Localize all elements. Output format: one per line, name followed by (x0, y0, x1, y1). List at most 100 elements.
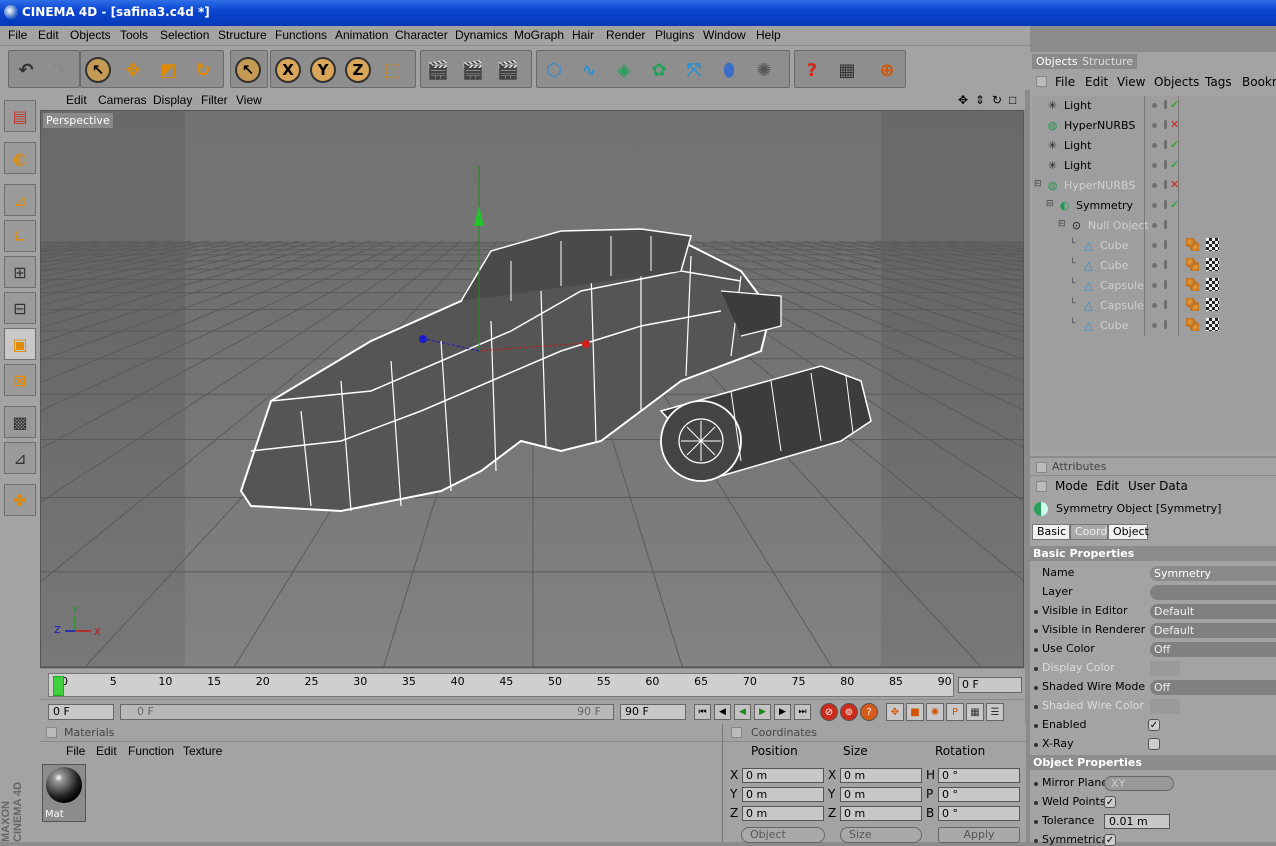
tab-structure[interactable]: Structure (1078, 54, 1138, 69)
render-visibility-icon[interactable] (1164, 140, 1167, 149)
animation-dot-icon[interactable] (1034, 705, 1038, 709)
animation-dot-icon[interactable] (1034, 629, 1038, 633)
obj-menu-view[interactable]: View (1117, 75, 1145, 89)
attr-menu-edit[interactable]: Edit (1096, 479, 1119, 493)
object-name[interactable]: Light (1064, 139, 1091, 152)
coordinate-system-icon[interactable]: ⬚ (379, 56, 407, 84)
render-visibility-icon[interactable] (1164, 320, 1167, 329)
help-icon[interactable]: ? (798, 56, 826, 84)
texture-axis-icon[interactable]: ⊿ (4, 442, 36, 474)
object-name[interactable]: HyperNURBS (1064, 119, 1135, 132)
rotation-p-field[interactable]: 0 ° (938, 787, 1020, 802)
menu-window[interactable]: Window (703, 28, 746, 42)
render-visibility-icon[interactable] (1164, 100, 1167, 109)
visibility-dot-icon[interactable] (1152, 243, 1157, 248)
material-swatch[interactable]: Mat (42, 764, 86, 822)
attribute-value[interactable] (1150, 585, 1276, 600)
menu-functions[interactable]: Functions (275, 28, 327, 42)
visibility-dot-icon[interactable] (1152, 143, 1157, 148)
visibility-dot-icon[interactable] (1152, 223, 1157, 228)
attribute-checkbox[interactable]: ✓ (1104, 796, 1116, 808)
position-z-field[interactable]: 0 m (742, 806, 824, 821)
viewport-menu-filter[interactable]: Filter (201, 93, 228, 107)
animation-dot-icon[interactable] (1034, 820, 1038, 824)
play-backwards-icon[interactable]: ◀ (734, 704, 751, 720)
render-visibility-icon[interactable] (1164, 120, 1167, 129)
tab-objects[interactable]: Objects (1032, 54, 1082, 69)
x-axis-lock-icon[interactable]: X (275, 57, 301, 83)
points-mode-icon[interactable]: ⊞ (4, 256, 36, 288)
object-axis-icon[interactable]: ⊿ (4, 184, 36, 216)
render-visibility-icon[interactable] (1164, 260, 1167, 269)
light-object-icon[interactable]: ✺ (750, 56, 778, 84)
attribute-value[interactable]: Default (1150, 623, 1276, 638)
attribute-checkbox[interactable]: ✓ (1104, 834, 1116, 846)
attribute-checkbox[interactable]: ✓ (1148, 719, 1160, 731)
key-scale-icon[interactable]: ■ (906, 703, 924, 721)
object-row[interactable]: ⊟ ◐ Symmetry ✓ (1034, 196, 1276, 215)
undo-icon[interactable]: ↶ (12, 56, 40, 84)
model-tool-icon[interactable]: ◍ (4, 142, 36, 174)
autokey-icon[interactable]: ⊚ (840, 703, 858, 721)
texture-tag-icon[interactable] (1206, 318, 1219, 331)
animation-dot-icon[interactable] (1034, 667, 1038, 671)
mat-menu-function[interactable]: Function (128, 744, 174, 758)
coordinate-mode-dropdown[interactable]: Object (741, 827, 825, 843)
scene-icon[interactable]: ⬮ (715, 56, 743, 84)
viewport-move-icon[interactable]: ✥ (958, 93, 968, 107)
phong-tag-icon[interactable] (1186, 298, 1199, 311)
object-name[interactable]: Symmetry (1076, 199, 1133, 212)
key-pla-icon[interactable]: ▦ (966, 703, 984, 721)
render-visibility-icon[interactable] (1164, 200, 1167, 209)
animation-dot-icon[interactable] (1034, 743, 1038, 747)
size-x-field[interactable]: 0 m (840, 768, 922, 783)
mirror-plane-dropdown[interactable]: XY (1104, 776, 1174, 791)
spline-icon[interactable]: ∿ (575, 56, 603, 84)
animation-dot-icon[interactable] (1034, 801, 1038, 805)
timeline-menu-icon[interactable]: ☰ (986, 703, 1004, 721)
redo-icon[interactable]: ↷ (45, 56, 73, 84)
panel-toggle-icon[interactable] (1036, 462, 1047, 473)
phong-tag-icon[interactable] (1186, 238, 1199, 251)
play-forwards-icon[interactable]: ▶ (754, 704, 771, 720)
playhead[interactable] (53, 676, 64, 696)
attr-menu-user-data[interactable]: User Data (1128, 479, 1188, 493)
cube-object-icon[interactable]: ⬡ (540, 56, 568, 84)
panel-toggle-icon[interactable] (1036, 76, 1047, 87)
visibility-dot-icon[interactable] (1152, 163, 1157, 168)
render-view-icon[interactable]: 🎬 (424, 56, 452, 84)
start-frame-field[interactable]: 0 F (48, 704, 114, 720)
browser-icon[interactable]: ⊕ (873, 56, 901, 84)
animation-dot-icon[interactable] (1034, 782, 1038, 786)
object-row[interactable]: ⊟ ◍ HyperNURBS ✕ (1034, 176, 1276, 195)
animation-dot-icon[interactable] (1034, 839, 1038, 843)
render-visibility-icon[interactable] (1164, 280, 1167, 289)
y-axis-lock-icon[interactable]: Y (310, 57, 336, 83)
object-name[interactable]: Light (1064, 99, 1091, 112)
render-visibility-icon[interactable] (1164, 160, 1167, 169)
texture-tag-icon[interactable] (1206, 298, 1219, 311)
move-icon[interactable]: ✥ (119, 56, 147, 84)
animation-dot-icon[interactable] (1034, 610, 1038, 614)
object-name[interactable]: Cube (1100, 239, 1128, 252)
menu-hair[interactable]: Hair (572, 28, 594, 42)
rotate-icon[interactable]: ↻ (189, 56, 217, 84)
edges-mode-icon[interactable]: ⊟ (4, 292, 36, 324)
object-row[interactable]: ✳ Light ✓ (1034, 136, 1276, 155)
polygons-mode-icon[interactable]: ▣ (4, 328, 36, 360)
menu-plugins[interactable]: Plugins (655, 28, 694, 42)
position-x-field[interactable]: 0 m (742, 768, 824, 783)
menu-render[interactable]: Render (606, 28, 645, 42)
axis-mode-icon[interactable]: ∟ (4, 220, 36, 252)
object-row[interactable]: ◍ HyperNURBS ✕ (1034, 116, 1276, 135)
mat-menu-edit[interactable]: Edit (96, 744, 117, 758)
tab-object[interactable]: Object (1108, 524, 1149, 540)
menu-objects[interactable]: Objects (70, 28, 111, 42)
tab-basic[interactable]: Basic (1032, 524, 1070, 540)
obj-menu-objects[interactable]: Objects (1154, 75, 1199, 89)
key-rotation-icon[interactable]: ✺ (926, 703, 944, 721)
object-name[interactable]: HyperNURBS (1064, 179, 1135, 192)
attr-menu-mode[interactable]: Mode (1055, 479, 1088, 493)
object-row[interactable]: ⊟ ⊙ Null Object (1034, 216, 1276, 235)
nurbs-icon[interactable]: ◈ (610, 56, 638, 84)
